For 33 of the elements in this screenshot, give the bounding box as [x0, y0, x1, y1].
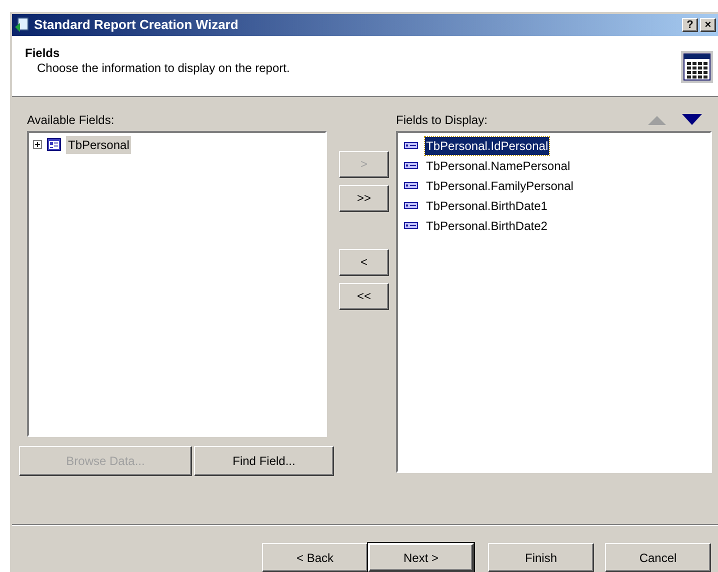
- move-button[interactable]: >>: [339, 184, 389, 212]
- step-description: Choose the information to display on the report.: [37, 60, 291, 76]
- wizard-icon: [14, 16, 30, 33]
- expand-icon[interactable]: [33, 140, 42, 150]
- move-down-icon[interactable]: [682, 114, 702, 126]
- table-icon: [680, 50, 714, 84]
- close-button[interactable]: ×: [700, 18, 716, 32]
- field-item[interactable]: TbPersonal.IdPersonal: [425, 136, 550, 155]
- field-item[interactable]: TbPersonal.BirthDate1: [425, 196, 548, 215]
- move-button[interactable]: <<: [339, 282, 389, 310]
- window-title: Standard Report Creation Wizard: [34, 16, 240, 34]
- list-label: Available Fields:: [27, 112, 116, 129]
- cancel-button[interactable]: Cancel: [605, 543, 711, 572]
- table-icon: [47, 138, 61, 152]
- field-icon: [404, 162, 418, 170]
- move-button[interactable]: <: [339, 248, 389, 276]
- find-field-button[interactable]: Find Field...: [194, 446, 334, 476]
- field-icon: [404, 222, 418, 230]
- field-icon: [404, 182, 418, 190]
- help-button[interactable]: ?: [682, 18, 698, 32]
- available-fields-list[interactable]: TbPersonal: [27, 130, 327, 437]
- list-label: Fields to Display:: [396, 112, 488, 129]
- next-button[interactable]: Next >: [368, 543, 474, 572]
- field-item[interactable]: TbPersonal.BirthDate2: [425, 216, 548, 235]
- step-title: Fields: [25, 46, 61, 60]
- back-button[interactable]: < Back: [262, 543, 368, 572]
- field-icon: [404, 202, 418, 210]
- field-item[interactable]: TbPersonal.NamePersonal: [425, 156, 572, 175]
- tree-item[interactable]: TbPersonal: [66, 136, 132, 154]
- field-item[interactable]: TbPersonal.FamilyPersonal: [425, 176, 574, 195]
- fields-to-display-list[interactable]: TbPersonal.IdPersonal TbPersonal.NamePersonal TbPersonal.FamilyPersonal TbPersonal.BirthDate1 TbPersonal.BirthDate2: [396, 130, 712, 473]
- field-icon: [404, 142, 418, 150]
- finish-button[interactable]: Finish: [488, 543, 594, 572]
